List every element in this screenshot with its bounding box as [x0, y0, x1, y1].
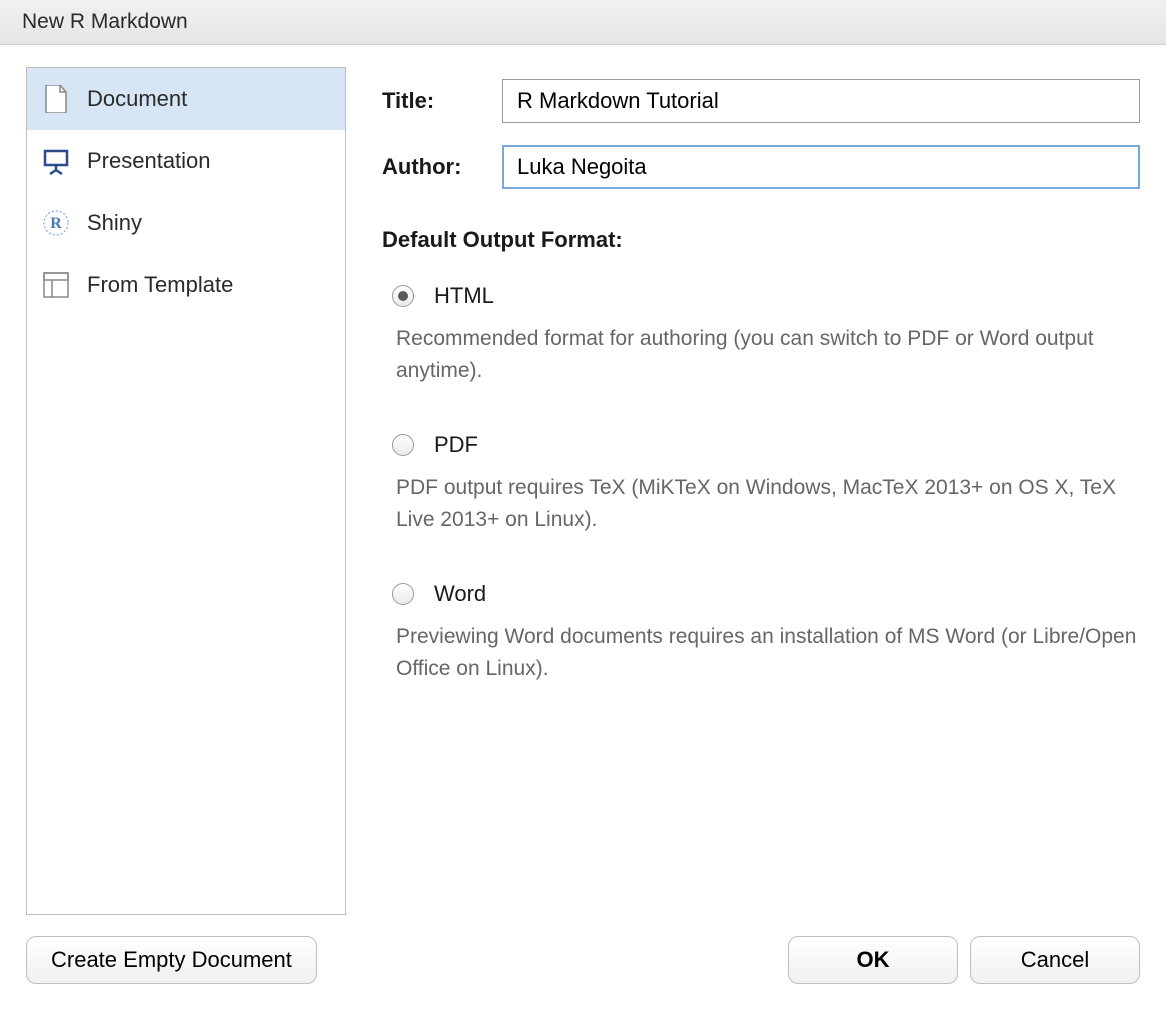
document-icon — [41, 84, 71, 114]
title-input[interactable] — [502, 79, 1140, 123]
radio-pdf[interactable] — [392, 434, 414, 456]
radio-desc-pdf: PDF output requires TeX (MiKTeX on Windo… — [396, 472, 1140, 535]
dialog-content: Document Presentation R Shiny — [0, 45, 1166, 915]
sidebar-item-presentation[interactable]: Presentation — [27, 130, 345, 192]
ok-button[interactable]: OK — [788, 936, 958, 984]
sidebar-item-label: Shiny — [87, 210, 142, 236]
shiny-icon: R — [41, 208, 71, 238]
dialog-title: New R Markdown — [22, 10, 188, 33]
radio-row-html[interactable]: HTML — [392, 283, 1140, 309]
presentation-icon — [41, 146, 71, 176]
sidebar: Document Presentation R Shiny — [26, 67, 346, 915]
sidebar-item-document[interactable]: Document — [27, 68, 345, 130]
sidebar-item-from-template[interactable]: From Template — [27, 254, 345, 316]
radio-row-word[interactable]: Word — [392, 581, 1140, 607]
author-row: Author: — [382, 145, 1140, 189]
main-panel: Title: Author: Default Output Format: HT… — [382, 67, 1140, 915]
sidebar-item-label: Presentation — [87, 148, 211, 174]
create-empty-button[interactable]: Create Empty Document — [26, 936, 317, 984]
radio-html[interactable] — [392, 285, 414, 307]
radio-label-html: HTML — [434, 283, 494, 309]
author-label: Author: — [382, 154, 502, 180]
radio-option-word: Word Previewing Word documents requires … — [392, 581, 1140, 684]
output-format-label: Default Output Format: — [382, 227, 1140, 253]
dialog-titlebar: New R Markdown — [0, 0, 1166, 45]
svg-text:R: R — [50, 215, 62, 232]
title-label: Title: — [382, 88, 502, 114]
radio-option-pdf: PDF PDF output requires TeX (MiKTeX on W… — [392, 432, 1140, 535]
radio-row-pdf[interactable]: PDF — [392, 432, 1140, 458]
radio-desc-html: Recommended format for authoring (you ca… — [396, 323, 1140, 386]
author-input[interactable] — [502, 145, 1140, 189]
radio-label-pdf: PDF — [434, 432, 478, 458]
template-icon — [41, 270, 71, 300]
sidebar-item-label: From Template — [87, 272, 233, 298]
radio-label-word: Word — [434, 581, 486, 607]
title-row: Title: — [382, 79, 1140, 123]
dialog-footer: Create Empty Document OK Cancel — [0, 915, 1166, 1005]
sidebar-item-shiny[interactable]: R Shiny — [27, 192, 345, 254]
radio-desc-word: Previewing Word documents requires an in… — [396, 621, 1140, 684]
cancel-button[interactable]: Cancel — [970, 936, 1140, 984]
sidebar-item-label: Document — [87, 86, 187, 112]
radio-option-html: HTML Recommended format for authoring (y… — [392, 283, 1140, 386]
radio-word[interactable] — [392, 583, 414, 605]
